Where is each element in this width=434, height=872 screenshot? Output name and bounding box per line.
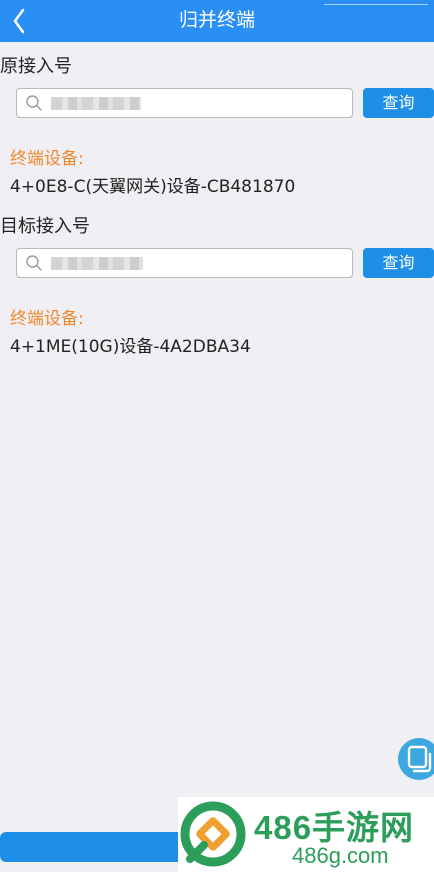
target-query-button[interactable]: 查询 <box>363 248 434 278</box>
target-access-label: 目标接入号 <box>0 216 90 237</box>
watermark-subtitle: 486g.com <box>292 843 389 868</box>
watermark-logo-icon <box>180 801 246 867</box>
original-terminal-value: 4+0E8-C(天翼网关)设备-CB481870 <box>10 177 296 197</box>
page-title: 归并终端 <box>178 9 255 31</box>
copy-window-icon <box>407 745 432 773</box>
header-bar: 归并终端 <box>0 0 434 42</box>
original-access-input[interactable] <box>16 88 353 118</box>
target-terminal-label: 终端设备: <box>10 309 84 329</box>
original-access-label: 原接入号 <box>0 56 72 77</box>
original-terminal-label: 终端设备: <box>10 149 84 169</box>
header-divider <box>324 4 428 5</box>
bottom-action-button[interactable] <box>0 832 190 862</box>
target-access-input[interactable] <box>16 248 353 278</box>
target-terminal-value: 4+1ME(10G)设备-4A2DBA34 <box>10 337 251 357</box>
masked-input-value <box>51 97 141 110</box>
floating-window-button[interactable] <box>398 738 434 780</box>
search-icon <box>26 95 42 111</box>
search-icon <box>26 255 42 271</box>
original-query-button[interactable]: 查询 <box>363 88 434 118</box>
watermark-title: 486手游网 <box>254 809 415 846</box>
masked-input-value <box>51 257 143 270</box>
watermark: 486手游网 486g.com <box>178 797 434 872</box>
